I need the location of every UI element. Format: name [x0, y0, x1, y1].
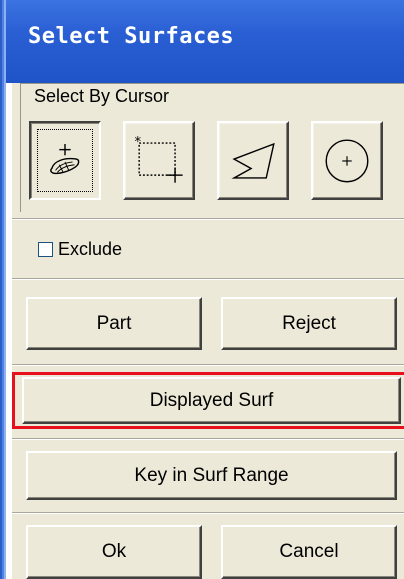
polygon-select-icon	[231, 142, 275, 179]
pick-surface-tool-button[interactable]	[29, 121, 101, 200]
polygon-select-tool-button[interactable]	[217, 121, 289, 200]
separator	[12, 218, 404, 220]
title-bar[interactable]: Select Surfaces	[6, 0, 404, 83]
cancel-button[interactable]: Cancel	[221, 525, 397, 579]
circle-select-tool-button[interactable]	[311, 121, 383, 200]
circle-select-icon	[325, 139, 369, 183]
ok-button[interactable]: Ok	[26, 525, 202, 579]
surface-pick-icon	[50, 143, 80, 175]
displayed-surf-button[interactable]: Displayed Surf	[22, 377, 401, 424]
select-by-cursor-label: Select By Cursor	[34, 86, 170, 106]
window-left-border	[0, 0, 6, 579]
separator	[12, 364, 404, 366]
separator	[12, 512, 404, 514]
reject-button[interactable]: Reject	[221, 297, 397, 350]
rectangle-select-icon: *	[134, 135, 183, 183]
separator	[12, 438, 404, 440]
separator	[12, 278, 404, 280]
exclude-checkbox[interactable]	[38, 242, 53, 257]
select-surfaces-dialog: Select Surfaces Select By Cursor * Exclu…	[0, 0, 404, 579]
dialog-title: Select Surfaces	[28, 24, 235, 49]
box-select-tool-button[interactable]: *	[123, 121, 195, 200]
key-in-surf-range-button[interactable]: Key in Surf Range	[26, 451, 397, 500]
exclude-label: Exclude	[58, 239, 123, 259]
part-button[interactable]: Part	[26, 297, 202, 350]
